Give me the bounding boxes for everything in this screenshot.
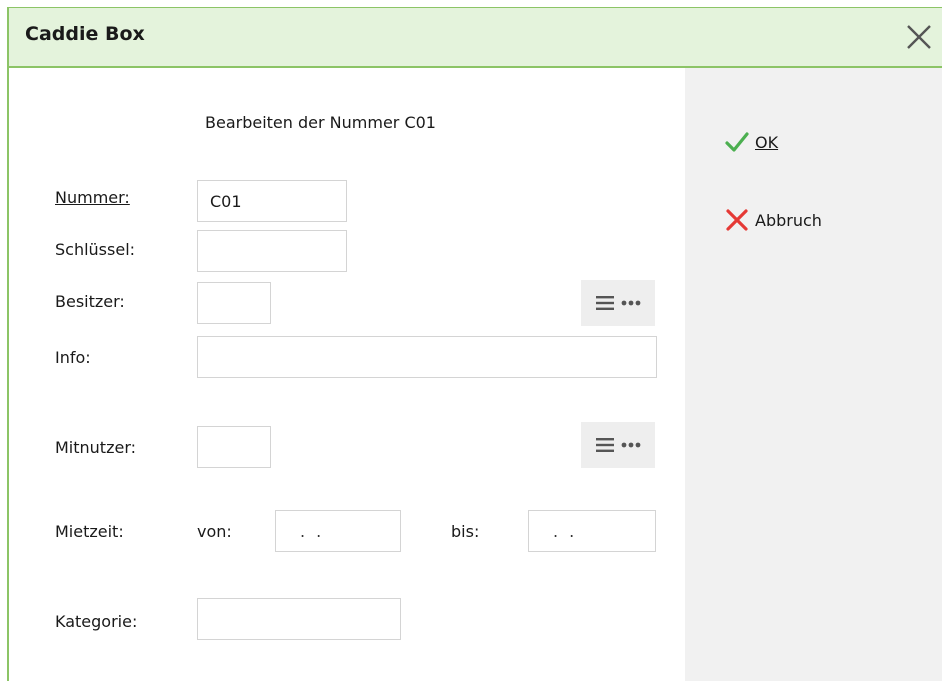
bis-value: . . <box>553 521 578 541</box>
close-button[interactable] <box>904 22 934 52</box>
form-heading: Bearbeiten der Nummer C01 <box>205 113 436 132</box>
dialog-title: Caddie Box <box>25 23 145 45</box>
kategorie-label: Kategorie: <box>55 612 137 632</box>
besitzer-label: Besitzer: <box>55 292 125 312</box>
schluessel-label: Schlüssel: <box>55 240 135 260</box>
besitzer-lookup-button[interactable] <box>581 280 655 326</box>
close-icon <box>907 25 931 49</box>
schluessel-label-text: Schlüssel: <box>55 240 136 259</box>
bis-label: bis: <box>451 522 479 542</box>
caddie-box-dialog: Caddie Box Bearbeiten der Nummer C01 Num… <box>7 7 942 681</box>
mitnutzer-label: Mitnutzer: <box>55 438 136 458</box>
kategorie-field[interactable] <box>197 598 401 640</box>
info-field[interactable] <box>197 336 657 378</box>
nummer-field[interactable]: C01 <box>197 180 347 222</box>
list-icon <box>596 438 614 452</box>
von-label: von: <box>197 522 232 542</box>
mitnutzer-field[interactable] <box>197 426 271 468</box>
ok-label: OK <box>755 132 779 152</box>
more-icon <box>621 300 641 306</box>
cancel-button[interactable]: Abbruch <box>725 206 822 234</box>
cross-icon <box>726 209 748 231</box>
nummer-value: C01 <box>210 191 242 211</box>
bis-label-text: bis: <box>451 522 480 541</box>
title-bar: Caddie Box <box>9 8 942 68</box>
action-panel: OK Abbruch <box>685 68 942 681</box>
besitzer-label-text: Besitzer: <box>55 292 125 311</box>
besitzer-field[interactable] <box>197 282 271 324</box>
mietzeit-label: Mietzeit: <box>55 522 124 542</box>
more-icon <box>621 442 641 448</box>
bis-date-field[interactable]: . . <box>528 510 656 552</box>
mitnutzer-lookup-button[interactable] <box>581 422 655 468</box>
nummer-label-text: Nummer: <box>55 188 130 207</box>
von-date-field[interactable]: . . <box>275 510 401 552</box>
info-label-text: Info: <box>55 348 91 367</box>
ok-button[interactable]: OK <box>725 128 778 156</box>
mietzeit-label-text: Mietzeit: <box>55 522 124 541</box>
checkmark-icon <box>725 132 749 152</box>
von-label-text: von: <box>197 522 232 541</box>
list-icon <box>596 296 614 310</box>
schluessel-field[interactable] <box>197 230 347 272</box>
cancel-label: Abbruch <box>755 210 822 230</box>
nummer-label: Nummer: <box>55 188 130 208</box>
info-label: Info: <box>55 348 91 368</box>
von-value: . . <box>300 521 325 541</box>
kategorie-label-text: Kategorie: <box>55 612 138 631</box>
mitnutzer-label-text: Mitnutzer: <box>55 438 137 457</box>
